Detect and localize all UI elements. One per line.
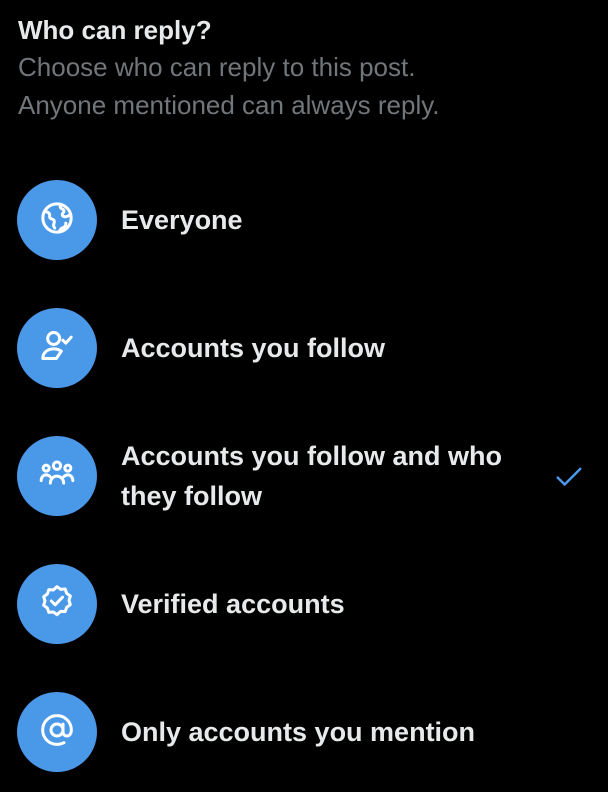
option-accounts-you-follow[interactable]: Accounts you follow [0, 288, 608, 408]
option-icon-circle [17, 308, 97, 388]
option-icon-circle [17, 180, 97, 260]
globe-icon [37, 198, 77, 243]
option-label: Only accounts you mention [121, 717, 476, 747]
group-icon [37, 454, 77, 499]
subtitle-line-2: Anyone mentioned can always reply. [18, 90, 440, 120]
option-icon-circle [17, 692, 97, 772]
subtitle-line-1: Choose who can reply to this post. [18, 52, 416, 82]
option-icon-circle [17, 436, 97, 516]
option-label: Verified accounts [121, 589, 345, 619]
option-icon-circle [17, 564, 97, 644]
page-title: Who can reply? [18, 15, 212, 45]
option-accounts-you-follow-and-who-they-follow[interactable]: Accounts you follow and who they follow [0, 416, 608, 536]
option-label: Accounts you follow [121, 333, 386, 363]
person-check-icon [37, 326, 77, 371]
option-label: Accounts you follow and who they follow [121, 441, 502, 511]
option-verified-accounts[interactable]: Verified accounts [0, 544, 608, 664]
at-sign-icon [37, 710, 77, 755]
option-everyone[interactable]: Everyone [0, 160, 608, 280]
verified-badge-icon [37, 582, 77, 627]
reply-settings-header: Who can reply? Choose who can reply to t… [18, 12, 590, 124]
selected-check-icon [554, 462, 584, 492]
option-only-accounts-you-mention[interactable]: Only accounts you mention [0, 672, 608, 792]
option-label: Everyone [121, 205, 243, 235]
